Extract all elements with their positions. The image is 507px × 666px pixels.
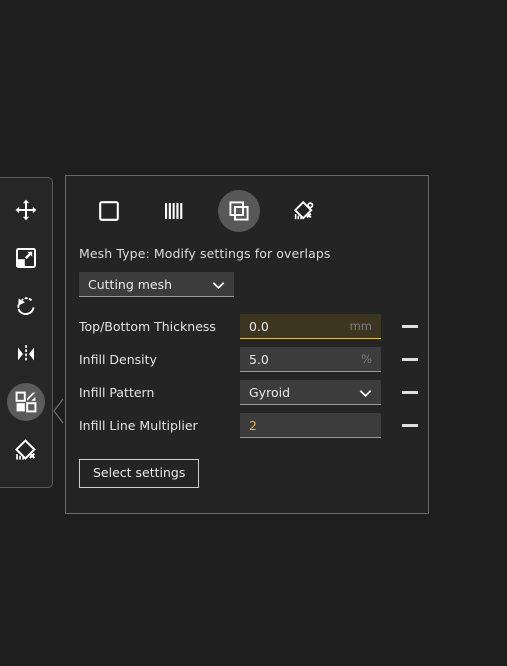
mesh-type-select[interactable]: Cutting mesh	[79, 272, 234, 297]
minus-icon	[402, 391, 418, 394]
print-as-support-button[interactable]	[153, 190, 195, 232]
move-tool-button[interactable]	[7, 191, 45, 229]
mesh-type-toolbar	[66, 176, 428, 232]
mesh-type-select-value: Cutting mesh	[88, 276, 173, 292]
chevron-down-icon	[212, 275, 225, 294]
setting-unit: %	[361, 352, 372, 366]
square-outline-icon	[98, 200, 120, 222]
table-row: Infill Density 5.0 %	[79, 347, 428, 372]
setting-unit: mm	[349, 319, 372, 333]
mirror-tool-button[interactable]	[7, 335, 45, 373]
per-model-settings-panel: Mesh Type: Modify settings for overlaps …	[65, 175, 429, 514]
overlapping-squares-icon	[228, 200, 250, 222]
table-row: Infill Pattern Gyroid	[79, 380, 428, 405]
left-tool-strip	[0, 177, 53, 488]
per-model-settings-tool-button[interactable]	[7, 383, 45, 421]
remove-setting-button[interactable]	[399, 382, 421, 404]
setting-value: Gyroid	[249, 384, 291, 400]
remove-setting-button[interactable]	[399, 349, 421, 371]
setting-label: Top/Bottom Thickness	[79, 319, 216, 334]
table-row: Infill Line Multiplier 2	[79, 413, 428, 438]
infill-line-multiplier-input[interactable]: 2	[240, 413, 381, 438]
mirror-icon	[14, 342, 38, 366]
top-bottom-thickness-input[interactable]: 0.0 mm	[240, 314, 381, 339]
minus-icon	[402, 424, 418, 427]
setting-value: 2	[249, 417, 257, 433]
setting-label: Infill Line Multiplier	[79, 418, 198, 433]
mesh-type-caption: Mesh Type: Modify settings for overlaps	[79, 246, 331, 261]
rotate-icon	[14, 294, 38, 318]
setting-label: Infill Pattern	[79, 385, 155, 400]
infill-pattern-select[interactable]: Gyroid	[240, 380, 381, 405]
modify-overlaps-button[interactable]	[218, 190, 260, 232]
setting-value: 5.0	[249, 351, 269, 367]
setting-value: 0.0	[249, 318, 269, 334]
minus-icon	[402, 358, 418, 361]
table-row: Top/Bottom Thickness 0.0 mm	[79, 314, 428, 339]
minus-icon	[402, 325, 418, 328]
remove-setting-button[interactable]	[399, 316, 421, 338]
support-lines-icon	[163, 200, 185, 222]
no-support-overlap-icon	[293, 200, 315, 222]
settings-rows: Top/Bottom Thickness 0.0 mm Infill Densi…	[66, 314, 428, 438]
support-blocker-tool-button[interactable]	[7, 431, 45, 469]
remove-setting-button[interactable]	[399, 415, 421, 437]
scale-icon	[14, 246, 38, 270]
scale-tool-button[interactable]	[7, 239, 45, 277]
infill-density-input[interactable]: 5.0 %	[240, 347, 381, 372]
select-settings-button[interactable]: Select settings	[79, 459, 200, 488]
support-blocker-icon	[14, 438, 38, 462]
dont-support-overlap-button[interactable]	[283, 190, 325, 232]
panel-connector-chevron-icon	[52, 398, 64, 424]
move-icon	[14, 198, 38, 222]
per-model-settings-icon	[14, 390, 38, 414]
rotate-tool-button[interactable]	[7, 287, 45, 325]
setting-label: Infill Density	[79, 352, 157, 367]
chevron-down-icon	[359, 383, 372, 402]
normal-model-button[interactable]	[88, 190, 130, 232]
